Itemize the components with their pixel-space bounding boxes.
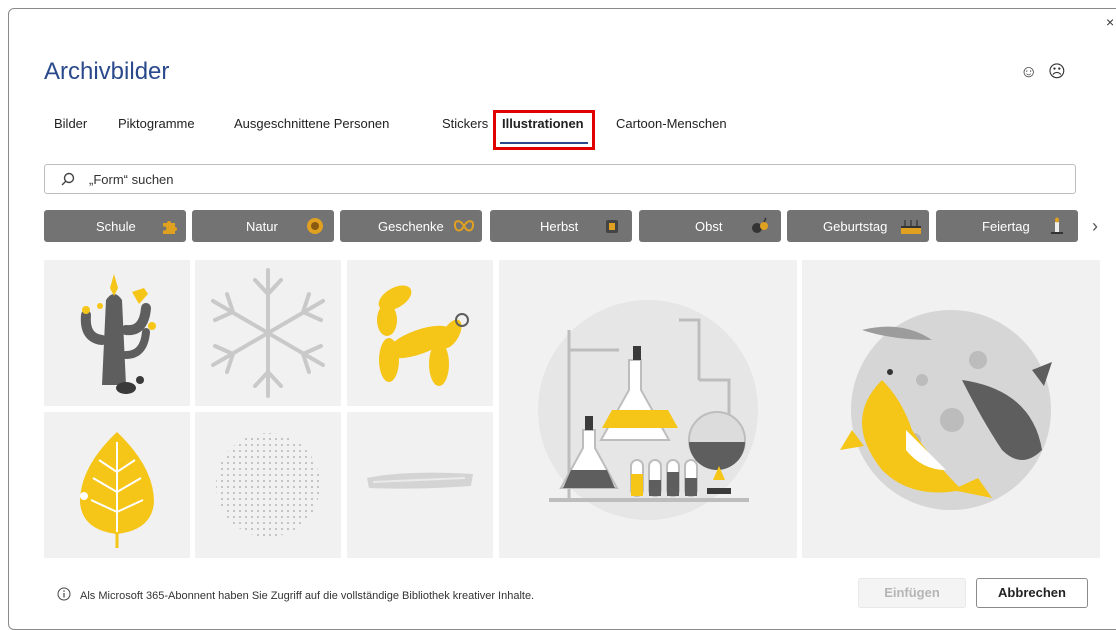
dialog-title: Archivbilder bbox=[44, 58, 170, 85]
chip-label: Geschenke bbox=[378, 219, 444, 234]
close-icon[interactable]: × bbox=[1106, 14, 1114, 30]
sunflower-icon bbox=[307, 218, 323, 234]
insert-button[interactable]: Einfügen bbox=[858, 578, 966, 608]
smile-feedback-icon[interactable]: ☺ bbox=[1020, 62, 1037, 82]
chevron-right-icon[interactable]: › bbox=[1092, 216, 1098, 237]
info-icon bbox=[57, 587, 71, 601]
search-input-text[interactable]: „Form“ suchen bbox=[89, 172, 174, 187]
leaf-illustration[interactable] bbox=[44, 412, 190, 558]
chip-label: Geburtstag bbox=[823, 219, 888, 234]
tab-piktogramme[interactable]: Piktogramme bbox=[118, 116, 195, 131]
tab-ausgeschnittene-personen[interactable]: Ausgeschnittene Personen bbox=[234, 116, 389, 131]
koi-fish-illustration[interactable] bbox=[802, 260, 1100, 558]
chip-obst[interactable]: Obst bbox=[639, 210, 781, 242]
chip-label: Schule bbox=[96, 219, 136, 234]
chip-label: Feiertag bbox=[982, 219, 1030, 234]
dotted-circle-illustration[interactable] bbox=[195, 412, 341, 558]
tab-cartoon-menschen[interactable]: Cartoon-Menschen bbox=[616, 116, 727, 131]
tab-bilder[interactable]: Bilder bbox=[54, 116, 87, 131]
subscription-info-text: Als Microsoft 365-Abonnent haben Sie Zug… bbox=[80, 590, 535, 602]
tab-stickers[interactable]: Stickers bbox=[442, 116, 488, 131]
chip-feiertag[interactable]: Feiertag bbox=[936, 210, 1078, 242]
chip-herbst[interactable]: Herbst bbox=[490, 210, 632, 242]
frown-feedback-icon[interactable]: ☹ bbox=[1048, 62, 1066, 82]
brush-stroke-illustration[interactable] bbox=[347, 412, 493, 558]
snowflake-illustration[interactable] bbox=[195, 260, 341, 406]
lantern-icon bbox=[606, 220, 618, 233]
bow-icon bbox=[453, 220, 475, 232]
fruit-icon bbox=[752, 217, 768, 233]
balloon-dog-illustration[interactable] bbox=[347, 260, 493, 406]
chip-geburtstag[interactable]: Geburtstag bbox=[787, 210, 929, 242]
chip-schule[interactable]: Schule bbox=[44, 210, 186, 242]
search-icon bbox=[61, 172, 75, 186]
cancel-button[interactable]: Abbrechen bbox=[976, 578, 1088, 608]
puzzle-icon bbox=[163, 221, 177, 234]
highlight-box bbox=[493, 110, 595, 150]
candle-icon bbox=[1051, 217, 1063, 234]
search-field[interactable]: „Form“ suchen bbox=[44, 164, 1076, 194]
cake-icon bbox=[901, 220, 921, 234]
laboratory-illustration[interactable] bbox=[499, 260, 797, 558]
chip-label: Obst bbox=[695, 219, 723, 234]
chip-geschenke[interactable]: Geschenke bbox=[340, 210, 482, 242]
cactus-illustration[interactable] bbox=[44, 260, 190, 406]
chip-label: Natur bbox=[246, 219, 278, 234]
chip-label: Herbst bbox=[540, 219, 579, 234]
chip-natur[interactable]: Natur bbox=[192, 210, 334, 242]
